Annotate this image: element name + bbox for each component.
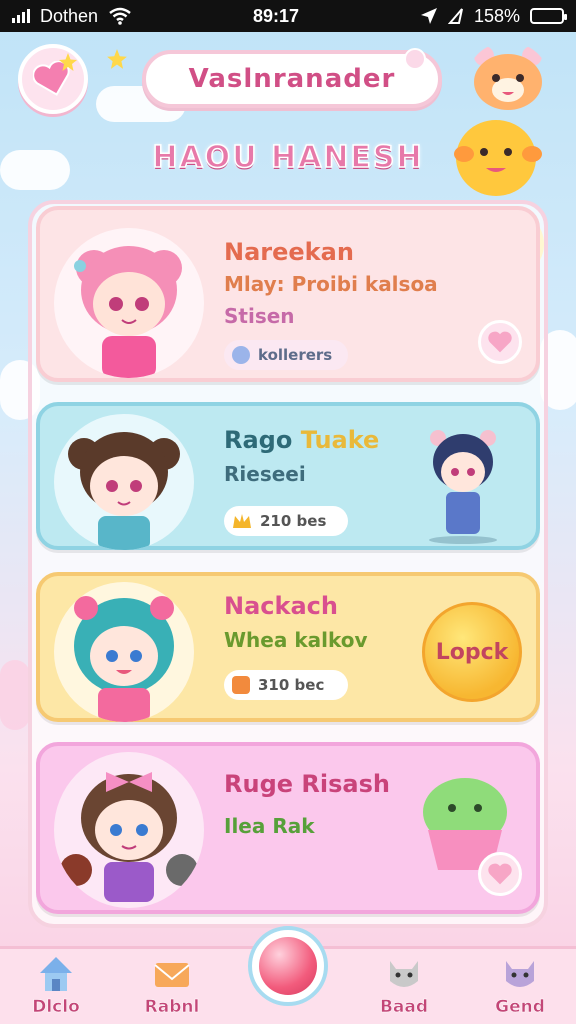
battery-percent: 158% <box>473 5 520 26</box>
bear-mascot-icon <box>474 46 542 110</box>
nav-label: Baad <box>379 997 429 1018</box>
star-icon <box>107 49 127 69</box>
card-subtitle: Whea kalkov <box>224 628 368 652</box>
house-icon <box>40 957 72 991</box>
status-bar: Dothen 89:17 158% <box>0 0 576 32</box>
coins-text: 210 bes <box>260 512 327 530</box>
orb-icon <box>259 937 317 995</box>
card-title-part-a: Rago <box>224 426 293 454</box>
favorite-button[interactable] <box>478 320 522 364</box>
star-icon <box>59 53 77 71</box>
battery-icon <box>529 8 567 24</box>
character-card-4[interactable]: Ruge Risash Ilea Rak <box>36 742 540 914</box>
page-title: HAOU HANESH <box>152 139 424 176</box>
unlock-button-label: Lopck <box>435 639 509 665</box>
followers-text: kollerers <box>258 346 333 364</box>
nav-label: Gend <box>495 997 545 1018</box>
pink-hair-girl-avatar <box>54 228 204 378</box>
cat-icon <box>390 961 418 987</box>
card-title-part-b: Tuake <box>300 426 380 454</box>
envelope-icon <box>154 963 190 987</box>
followers-badge: kollerers <box>224 340 349 370</box>
card-subtitle-secondary: Stisen <box>224 304 295 328</box>
coins-badge: 310 bec <box>224 670 348 700</box>
card-subtitle: Rieseei <box>224 462 306 486</box>
carrier-label: Dothen <box>40 5 99 26</box>
crown-icon <box>233 514 251 528</box>
navigation-icon <box>447 8 463 24</box>
nav-item-home[interactable]: Dlclo <box>16 949 96 1024</box>
heart-icon <box>488 331 512 353</box>
search-value: Vaslnranader <box>188 64 396 94</box>
nav-label: Rabnl <box>144 997 200 1018</box>
wifi-icon <box>109 7 131 25</box>
bubble-decoration <box>404 48 426 70</box>
unlock-button[interactable]: Lopck <box>422 602 522 702</box>
coins-badge: 210 bes <box>224 506 348 536</box>
brown-hair-girl-avatar <box>54 414 194 550</box>
card-title: Ruge Risash <box>224 770 390 798</box>
card-title: Nareekan <box>224 238 354 266</box>
status-right: 158% <box>420 5 567 27</box>
clock: 89:17 <box>252 5 300 26</box>
card-subtitle: Ilea Rak <box>224 814 315 838</box>
search-input[interactable]: Vaslnranader <box>142 48 442 108</box>
nav-label: Dlclo <box>32 997 80 1018</box>
center-action-button[interactable] <box>248 926 328 1006</box>
status-left: Dothen <box>12 6 132 27</box>
character-card-1[interactable]: Nareekan Mlay: Proibi kalsoa Stisen koll… <box>36 206 540 382</box>
nav-item-friends[interactable]: Baad <box>364 949 444 1024</box>
nav-item-messages[interactable]: Rabnl <box>132 949 212 1024</box>
nav-item-profile[interactable]: Gend <box>480 949 560 1024</box>
heart-icon <box>488 863 512 885</box>
cake-icon <box>232 676 250 694</box>
navy-hair-boy-figure <box>429 430 497 544</box>
card-title: Rago Tuake <box>224 426 379 454</box>
card-title: Nackach <box>224 592 338 620</box>
location-arrow-icon <box>420 8 437 24</box>
character-card-2[interactable]: Rago Tuake Rieseei 210 bes <box>36 402 540 550</box>
signal-icon <box>12 9 30 23</box>
favorite-button[interactable] <box>478 852 522 896</box>
favorites-button[interactable] <box>18 44 88 114</box>
heart-badge-icon <box>232 346 250 364</box>
character-card-3[interactable]: Nackach Whea kalkov 310 bec Lopck <box>36 572 540 722</box>
coins-text: 310 bec <box>258 676 325 694</box>
teal-hair-girl-avatar <box>54 582 194 722</box>
cloud-decoration <box>0 660 30 730</box>
kitten-icon <box>506 961 534 987</box>
card-subtitle: Mlay: Proibi kalsoa <box>224 272 438 296</box>
bow-girl-avatar <box>54 752 204 908</box>
